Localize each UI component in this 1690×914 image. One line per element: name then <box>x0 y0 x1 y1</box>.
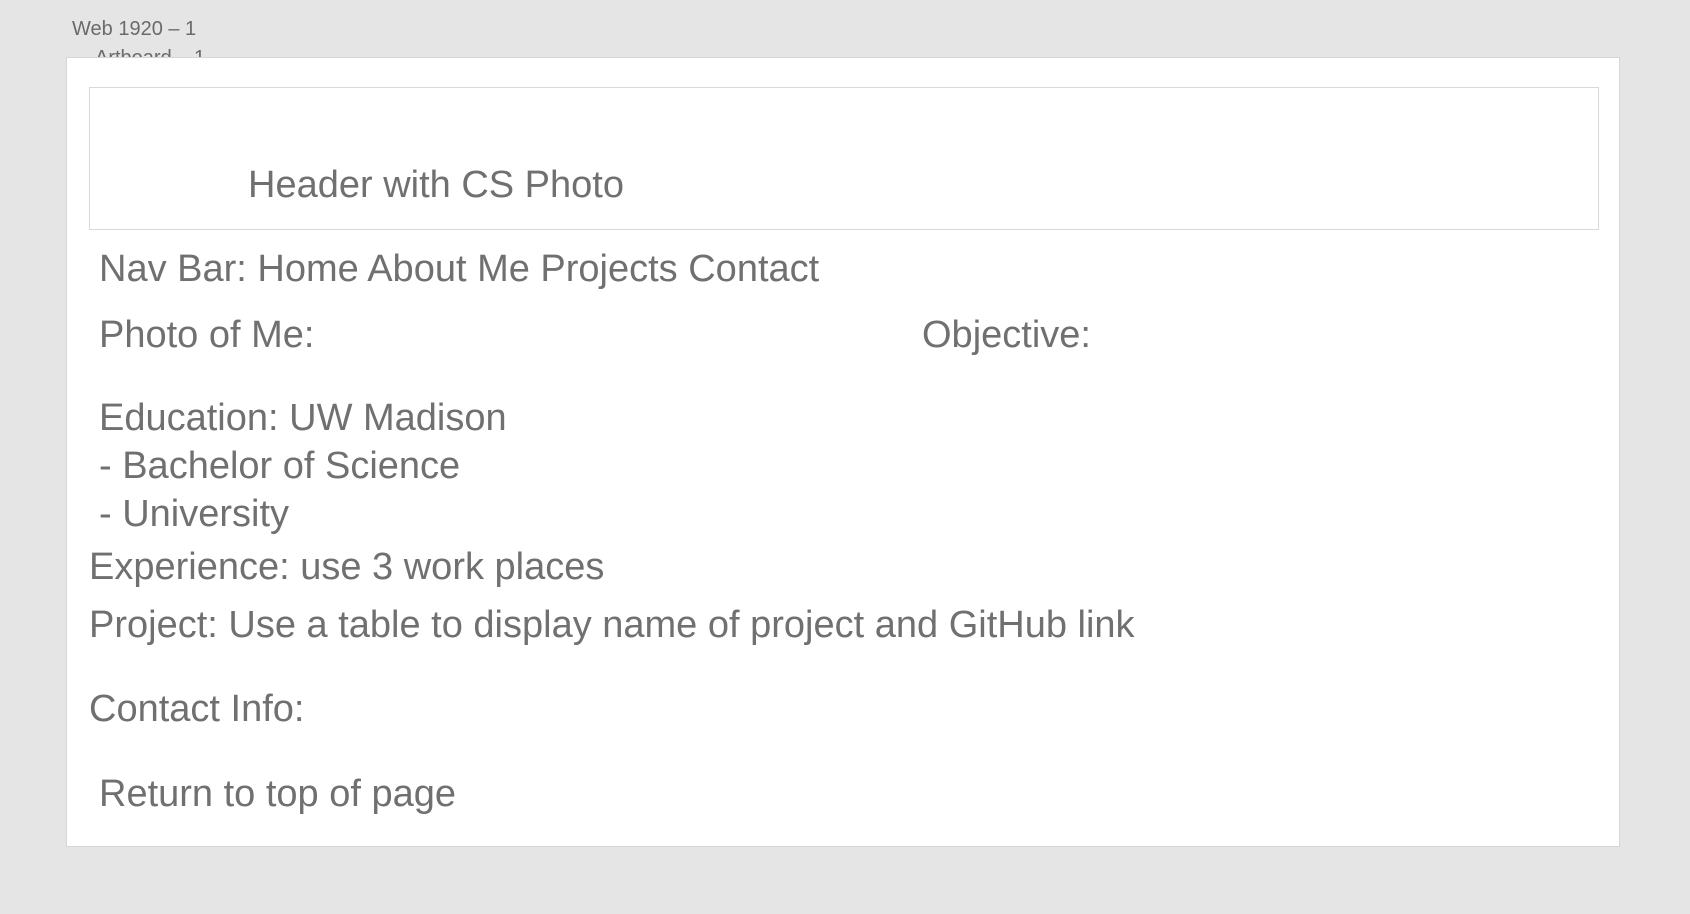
web-frame-label[interactable]: Web 1920 – 1 <box>72 19 196 39</box>
education-university: - University <box>99 493 290 535</box>
header-placeholder: Header with CS Photo <box>89 87 1599 230</box>
header-text: Header with CS Photo <box>248 164 624 206</box>
photo-of-me-label: Photo of Me: <box>99 314 315 356</box>
return-to-top-text: Return to top of page <box>99 773 457 815</box>
education-title: Education: UW Madison <box>99 397 507 439</box>
education-degree: - Bachelor of Science <box>99 445 461 487</box>
education-section: Education: UW Madison - Bachelor of Scie… <box>99 394 507 538</box>
artboard[interactable]: Header with CS Photo Nav Bar: Home About… <box>66 57 1620 847</box>
nav-bar-text: Nav Bar: Home About Me Projects Contact <box>99 248 820 290</box>
objective-label: Objective: <box>922 314 1091 356</box>
project-text: Project: Use a table to display name of … <box>89 604 1135 646</box>
design-canvas: Web 1920 – 1 Artboard – 1 Header with CS… <box>0 0 1690 914</box>
contact-info-label: Contact Info: <box>89 688 305 730</box>
experience-text: Experience: use 3 work places <box>89 546 605 588</box>
